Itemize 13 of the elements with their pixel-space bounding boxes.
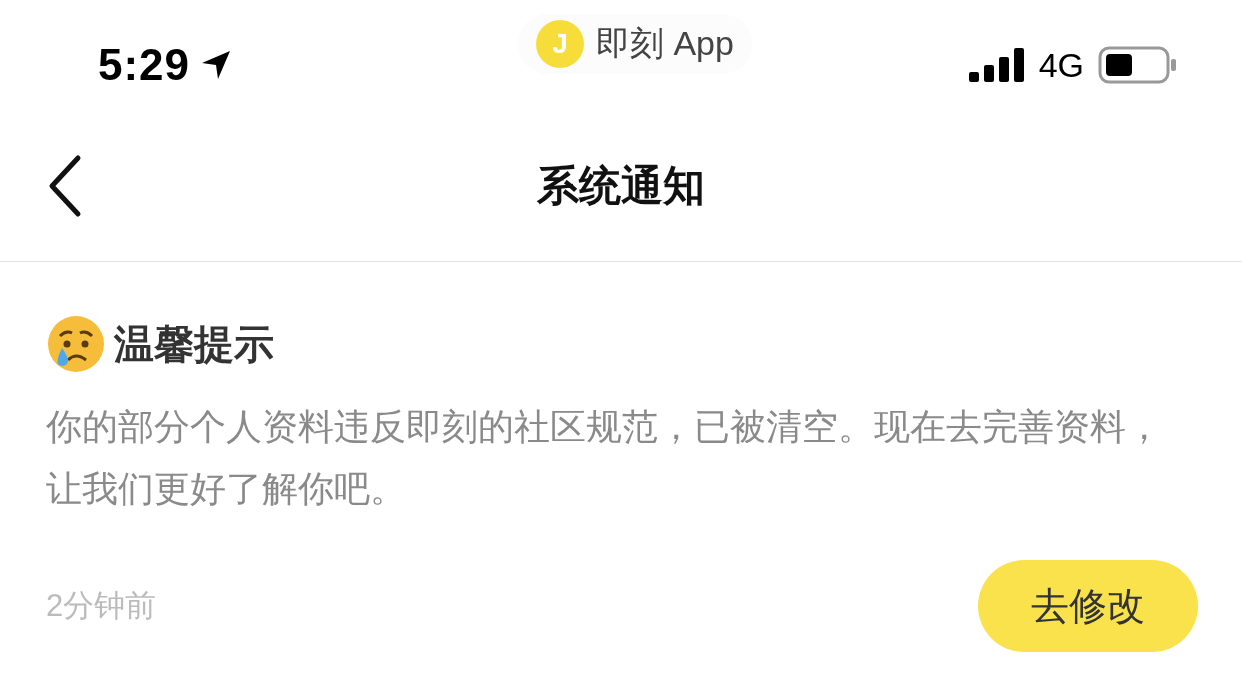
signal-icon [968, 48, 1025, 82]
app-logo: J [536, 20, 584, 68]
location-arrow-icon [200, 49, 233, 81]
app-name: 即刻 App [596, 23, 734, 64]
crying-face-icon [46, 314, 106, 374]
clock-time: 5:29 [98, 40, 191, 90]
notice-time: 2分钟前 [46, 587, 157, 625]
page-title: 系统通知 [537, 160, 705, 211]
notice-title: 温馨提示 [114, 320, 274, 368]
edit-button[interactable]: 去修改 [978, 560, 1198, 652]
network-type: 4G [1038, 45, 1084, 85]
battery-icon [1098, 46, 1178, 84]
notice-message: 你的部分个人资料违反即刻的社区规范，已被清空。现在去完善资料，让我们更好了解你吧。 [46, 405, 1163, 511]
